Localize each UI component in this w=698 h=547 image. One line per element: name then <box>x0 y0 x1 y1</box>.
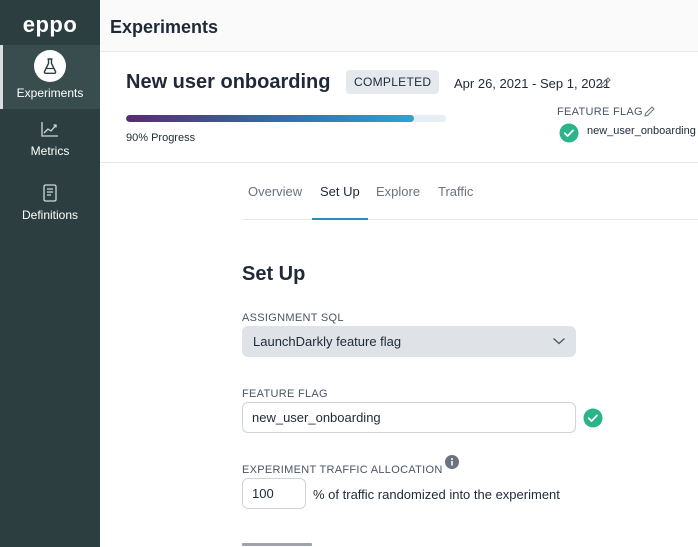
pencil-icon[interactable] <box>599 76 612 89</box>
feature-flag-field-label: FEATURE FLAG <box>242 388 328 400</box>
chevron-down-icon <box>553 338 565 345</box>
traffic-allocation-input[interactable] <box>242 478 306 509</box>
brand-logo[interactable]: eppo <box>0 12 100 38</box>
feature-flag-input[interactable] <box>242 402 576 433</box>
sidebar-item-label: Metrics <box>30 144 70 158</box>
next-field-label-cut-off <box>242 540 322 547</box>
traffic-allocation-suffix: % of traffic randomized into the experim… <box>313 487 560 502</box>
sidebar-item-label: Experiments <box>16 86 84 100</box>
check-circle-icon <box>559 123 579 143</box>
sidebar-item-experiments[interactable]: Experiments <box>0 45 100 109</box>
book-icon <box>43 184 57 202</box>
check-circle-icon <box>583 408 603 428</box>
sidebar-item-label: Definitions <box>21 208 79 222</box>
progress-label: 90% Progress <box>126 132 196 144</box>
date-range: Apr 26, 2021 - Sep 1, 2021 <box>454 76 611 91</box>
info-icon[interactable] <box>445 455 459 469</box>
tab-traffic[interactable]: Traffic <box>438 184 473 199</box>
page-title: Experiments <box>110 17 219 37</box>
progress-bar <box>126 115 446 122</box>
tab-bar: Overview Set Up Explore Traffic <box>242 172 698 220</box>
beaker-icon <box>34 50 66 82</box>
assignment-sql-value: LaunchDarkly feature flag <box>253 334 402 349</box>
experiment-title: New user onboarding <box>126 71 331 93</box>
pencil-icon[interactable] <box>643 105 656 118</box>
active-tab-indicator <box>312 218 368 220</box>
top-bar: Experiments <box>100 0 698 52</box>
tab-overview[interactable]: Overview <box>248 184 302 199</box>
feature-flag-label: FEATURE FLAG <box>557 106 643 118</box>
chart-line-icon <box>41 122 58 137</box>
status-badge: COMPLETED <box>346 70 440 94</box>
experiment-header: New user onboarding COMPLETED Apr 26, 20… <box>100 53 698 163</box>
assignment-sql-label: ASSIGNMENT SQL <box>242 312 344 324</box>
traffic-allocation-label: EXPERIMENT TRAFFIC ALLOCATION <box>242 464 443 476</box>
feature-flag-name[interactable]: new_user_onboarding <box>587 125 698 137</box>
sidebar-item-definitions[interactable]: Definitions <box>0 182 100 244</box>
section-title: Set Up <box>242 263 306 285</box>
assignment-sql-select[interactable]: LaunchDarkly feature flag <box>242 326 576 357</box>
tab-set-up[interactable]: Set Up <box>320 184 360 199</box>
sidebar: eppo Experiments Metrics Definitions <box>0 0 100 547</box>
sidebar-item-metrics[interactable]: Metrics <box>0 118 100 180</box>
progress-fill <box>126 115 414 122</box>
tab-explore[interactable]: Explore <box>376 184 420 199</box>
